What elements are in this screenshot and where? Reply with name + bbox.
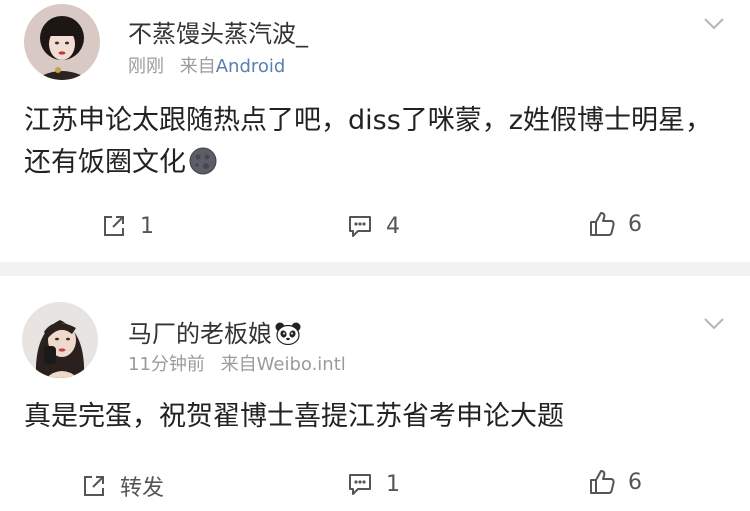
- repost-label: 转发: [120, 476, 165, 501]
- comment-button[interactable]: 4: [346, 212, 400, 240]
- panda-icon: [275, 322, 301, 345]
- comment-count: 1: [386, 471, 400, 497]
- avatar-image: [22, 302, 98, 378]
- post-separator: [0, 262, 750, 276]
- source-link[interactable]: Weibo.intl: [257, 354, 346, 375]
- post-card: 马厂的老板娘 11分钟前 来自Weibo.intl 真是完蛋，祝贺翟博士喜提江苏…: [0, 276, 750, 511]
- like-button[interactable]: 6: [588, 468, 642, 496]
- post-text: 江苏申论太跟随热点了吧，diss了咪蒙，z姓假博士明星，还有饭圈文化: [24, 105, 712, 178]
- chevron-down-icon[interactable]: [702, 316, 726, 332]
- username[interactable]: 马厂的老板娘: [128, 314, 302, 349]
- post-meta: 刚刚 来自Android: [128, 52, 285, 78]
- repost-button[interactable]: 转发: [80, 470, 164, 502]
- username-text: 马厂的老板娘: [128, 320, 272, 348]
- post-time: 刚刚: [128, 56, 164, 77]
- repost-button[interactable]: 1: [100, 212, 154, 240]
- like-button[interactable]: 6: [588, 210, 642, 238]
- thumbs-up-icon: [590, 212, 615, 236]
- comment-icon: [349, 216, 371, 237]
- like-count: 6: [628, 469, 642, 495]
- post-card: 不蒸馒头蒸汽波_ 刚刚 来自Android 江苏申论太跟随热点了吧，diss了咪…: [0, 0, 750, 262]
- avatar-image: [24, 4, 100, 80]
- avatar[interactable]: [22, 302, 98, 378]
- repost-count: 1: [140, 213, 154, 239]
- thumbs-up-icon: [590, 470, 615, 494]
- moon-icon: [189, 147, 217, 175]
- comment-icon: [349, 474, 371, 495]
- source-link[interactable]: Android: [216, 56, 286, 77]
- post-time: 11分钟前: [128, 354, 205, 375]
- source-prefix: 来自: [179, 56, 216, 77]
- like-count: 6: [628, 211, 642, 237]
- chevron-down-icon[interactable]: [702, 16, 726, 32]
- post-meta: 11分钟前 来自Weibo.intl: [128, 350, 346, 376]
- username[interactable]: 不蒸馒头蒸汽波_: [128, 14, 308, 49]
- repost-icon: [84, 476, 104, 496]
- source-prefix: 来自: [220, 354, 257, 375]
- post-content: 江苏申论太跟随热点了吧，diss了咪蒙，z姓假博士明星，还有饭圈文化: [24, 100, 724, 184]
- post-content: 真是完蛋，祝贺翟博士喜提江苏省考申论大题: [24, 396, 724, 438]
- post-text: 真是完蛋，祝贺翟博士喜提江苏省考申论大题: [24, 401, 564, 432]
- comment-button[interactable]: 1: [346, 470, 400, 498]
- avatar[interactable]: [24, 4, 100, 80]
- comment-count: 4: [386, 213, 400, 239]
- repost-icon: [104, 216, 124, 236]
